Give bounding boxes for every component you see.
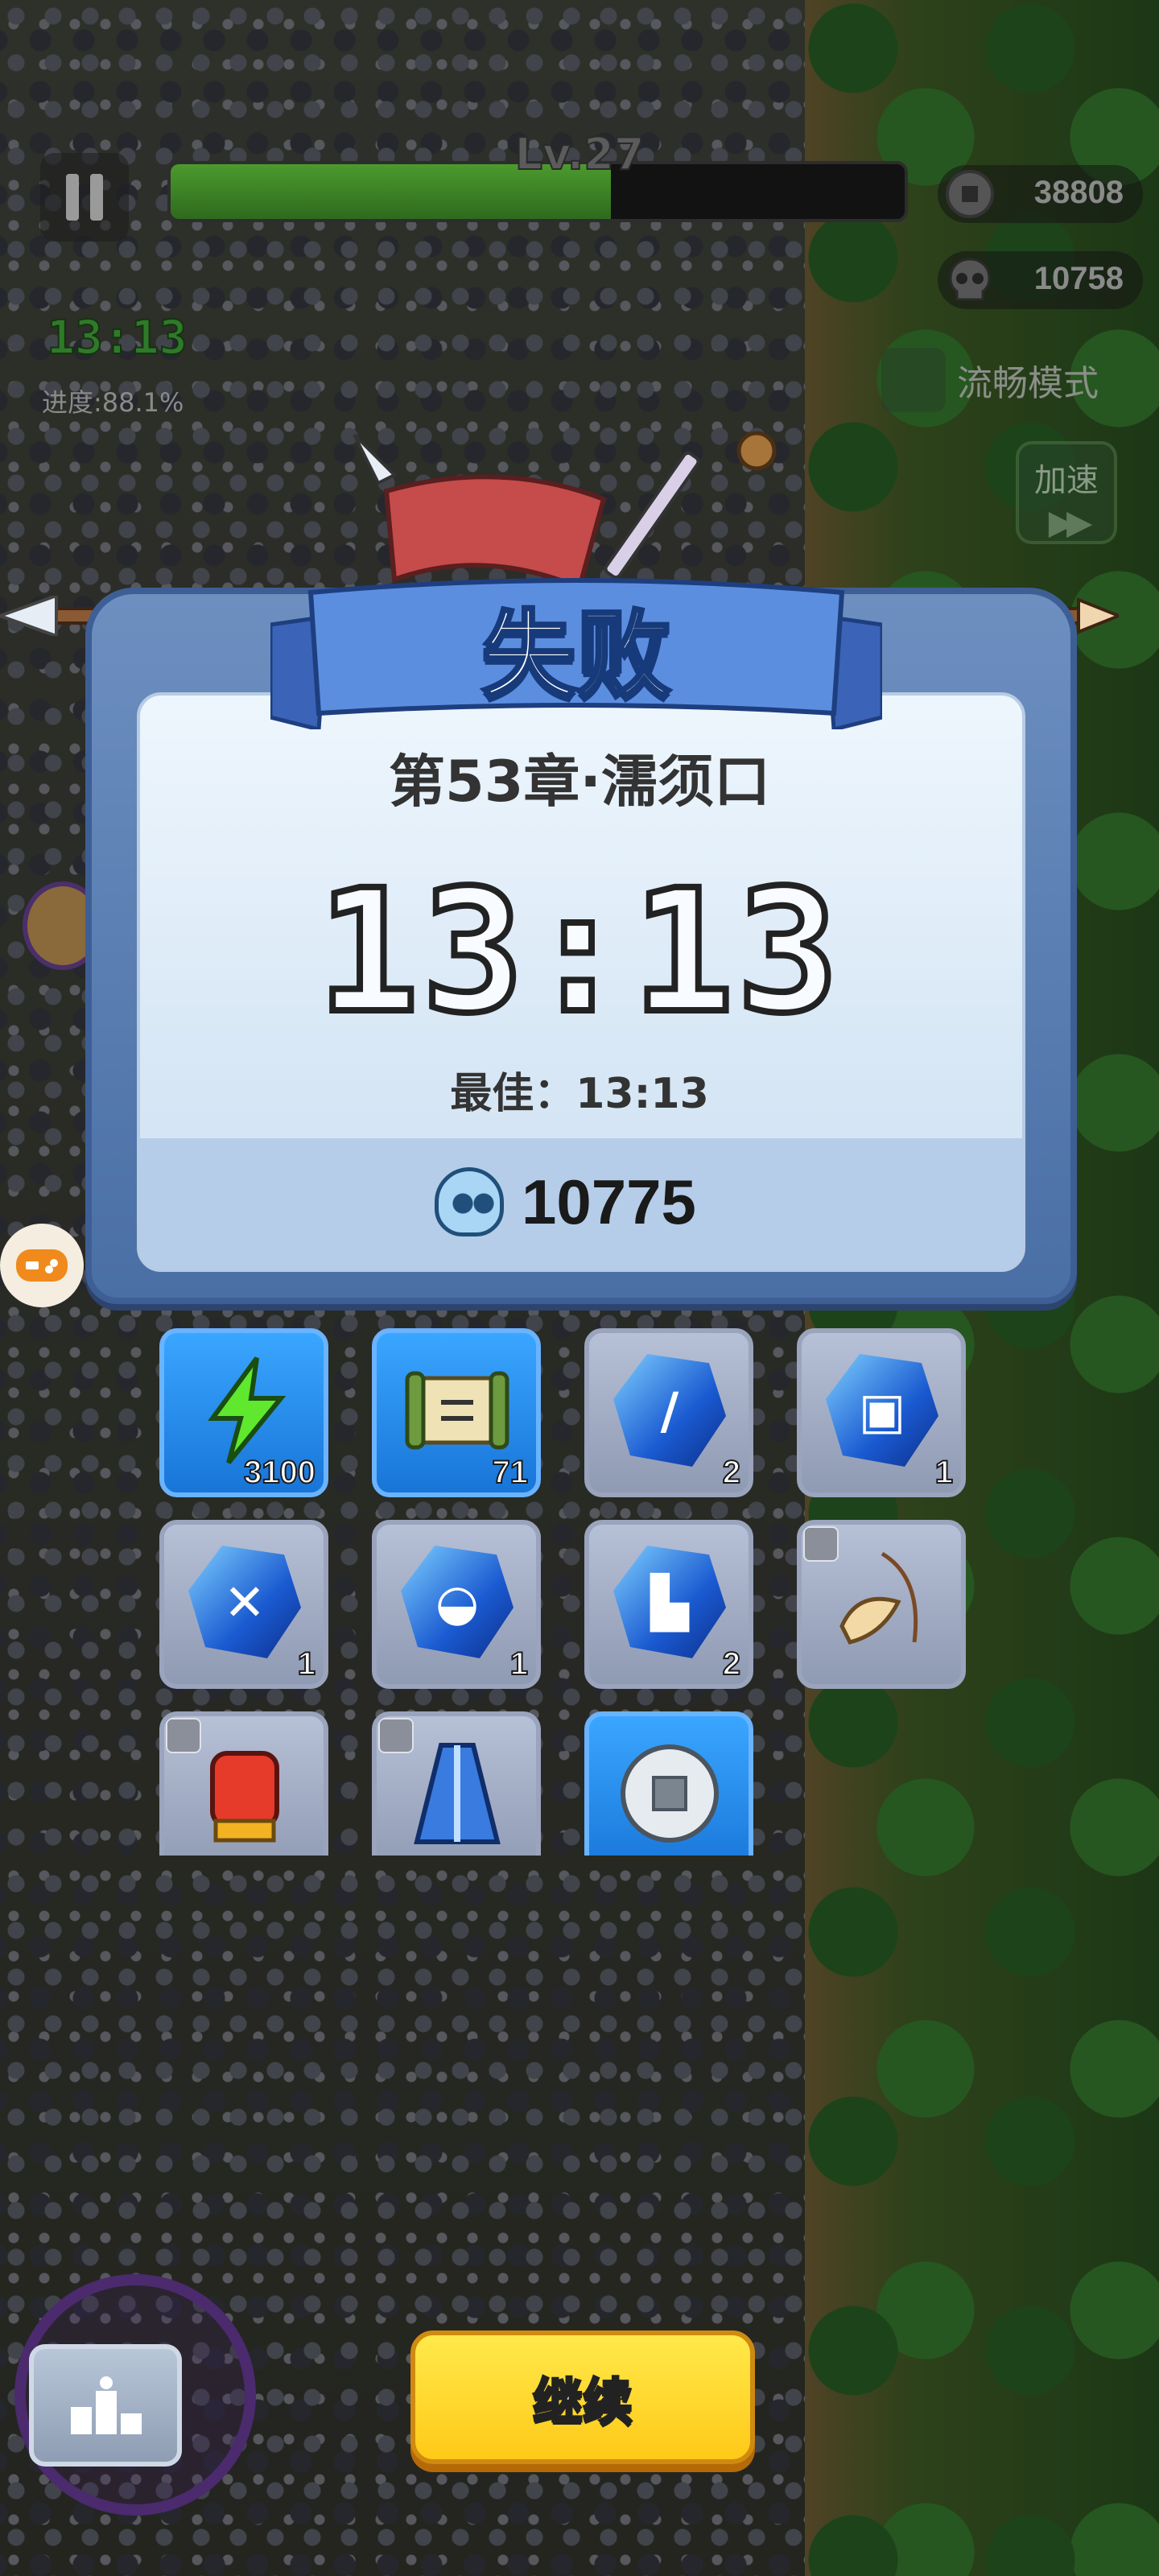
smooth-mode-label: 流畅模式 (957, 363, 1099, 404)
reward-count: 71 (492, 1454, 529, 1491)
scroll-icon (401, 1354, 514, 1467)
best-time: 最佳：13:13 (450, 1070, 709, 1118)
blue-gem-boots-icon: ▙ (613, 1546, 726, 1658)
continue-label: 继续 (531, 2372, 633, 2433)
sword-banner-decoration (353, 431, 777, 588)
smooth-mode-toggle[interactable]: 流畅模式 (881, 348, 1099, 412)
gamepad-button[interactable] (0, 1224, 84, 1307)
energy-bolt-icon (188, 1354, 301, 1467)
blue-gem-swords-icon: ✕ (188, 1546, 301, 1658)
game-screen: { "hud": { "level_label": "Lv.27", "leve… (0, 0, 1159, 2576)
reward-item[interactable] (159, 1711, 328, 1856)
reward-grid: 3100 71/2 ▣ 1 ✕ 1 ◒ 1 ▙ 2 (0, 1328, 1159, 1856)
checkbox[interactable] (881, 348, 946, 412)
blue-gem-helmet-icon: ◒ (401, 1546, 514, 1658)
reward-count: 2 (722, 1454, 741, 1491)
progress-label: 进度:88.1% (42, 387, 184, 418)
speed-up-button[interactable]: 加速 ▶▶ (1016, 441, 1117, 544)
continue-button[interactable]: 继续 (410, 2330, 755, 2464)
gamepad-icon (16, 1249, 68, 1282)
kill-total: 10775 (522, 1166, 696, 1237)
currency-counter: 38808 (938, 165, 1143, 223)
reward-count: 3100 (243, 1454, 316, 1491)
fast-forward-icon: ▶▶ (1048, 502, 1093, 542)
stats-button[interactable] (29, 2344, 182, 2467)
blue-gem-armor-icon: ▣ (826, 1354, 938, 1467)
chapter-name: 第53章·濡须口 (388, 749, 770, 815)
survival-timer: 13:13 (46, 309, 188, 365)
blue-robe-icon (401, 1737, 514, 1850)
equipment-slot-tag (803, 1526, 839, 1562)
blue-gem-weapon-icon: / (613, 1354, 726, 1467)
equipment-slot-tag (378, 1718, 414, 1753)
reward-count: 1 (934, 1454, 954, 1491)
kill-counter: 10758 (938, 251, 1143, 309)
equipment-slot-tag (166, 1718, 201, 1753)
skull-icon (939, 250, 1000, 311)
kill-summary: 10775 (435, 1166, 696, 1238)
reward-item[interactable] (797, 1520, 966, 1689)
coin-icon (939, 163, 1000, 225)
reward-item[interactable]: 71 (372, 1328, 541, 1497)
kill-count-value: 10758 (1033, 261, 1124, 296)
reward-item[interactable] (372, 1711, 541, 1856)
reward-count: 1 (509, 1645, 529, 1682)
speed-label: 加速 (1034, 462, 1099, 499)
currency-value: 38808 (1033, 175, 1124, 210)
result-title: 失败 (480, 598, 673, 712)
reward-item[interactable]: ▙ 2 (584, 1520, 753, 1689)
reward-item[interactable]: ◒ 1 (372, 1520, 541, 1689)
reward-item[interactable]: 3100 (159, 1328, 328, 1497)
reward-item[interactable]: ▣ 1 (797, 1328, 966, 1497)
survival-time: 13:13 (314, 850, 843, 1054)
reward-count: 2 (722, 1645, 741, 1682)
horn-necklace-icon (826, 1546, 938, 1658)
podium-icon (71, 2376, 142, 2434)
reward-item[interactable] (584, 1711, 753, 1856)
skull-icon (435, 1167, 504, 1236)
silver-coin-icon (613, 1737, 726, 1850)
pause-button[interactable] (40, 153, 129, 242)
level-label: Lv.27 (514, 128, 645, 180)
reward-count: 1 (297, 1645, 316, 1682)
reward-item[interactable]: ✕ 1 (159, 1520, 328, 1689)
red-gauntlet-icon (188, 1737, 301, 1850)
reward-item[interactable]: /2 (584, 1328, 753, 1497)
